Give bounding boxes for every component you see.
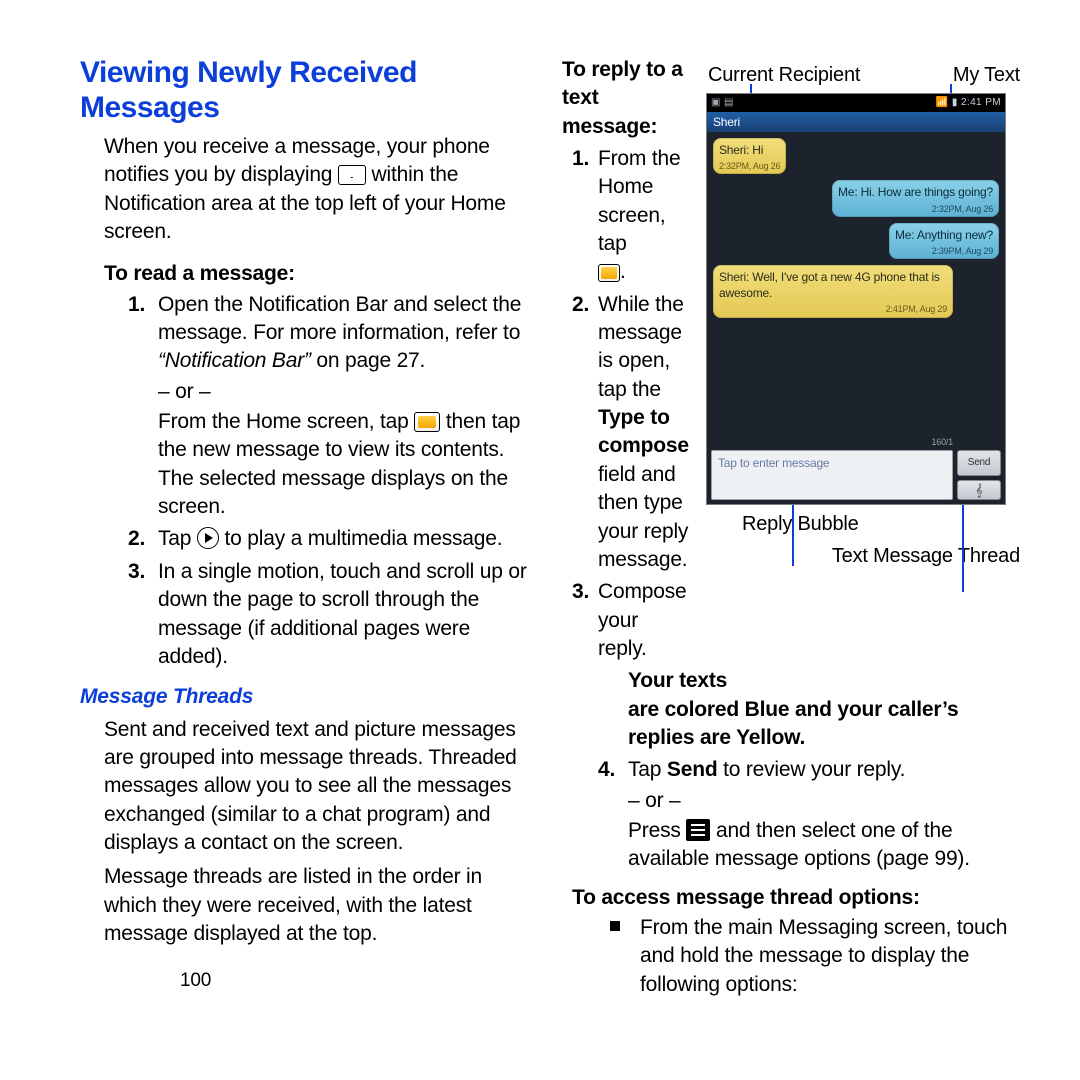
- reply-steps-top: 1. From the Home screen, tap . 2. While …: [572, 145, 692, 663]
- compose-input[interactable]: Tap to enter message: [711, 450, 953, 500]
- step-number: 2.: [128, 525, 145, 553]
- or-divider: – or –: [628, 787, 1020, 815]
- message-list: Sheri: Hi 2:32PM, Aug 26 Me: Hi. How are…: [707, 132, 1005, 324]
- step-number: 1.: [128, 291, 145, 319]
- bubble-timestamp: 2:32PM, Aug 26: [838, 203, 993, 215]
- or-divider: – or –: [158, 378, 538, 406]
- bubble-timestamp: 2:32PM, Aug 26: [719, 160, 780, 172]
- threads-p1: Sent and received text and picture messa…: [104, 716, 538, 858]
- r3: Compose your reply.: [598, 580, 686, 660]
- status-time: 2:41 PM: [961, 97, 1001, 108]
- reply-label: To reply to a text message:: [562, 56, 692, 141]
- reply-steps-bottom: 4. Tap Send to review your reply. – or –…: [598, 756, 1020, 873]
- r4a: Tap: [628, 758, 667, 781]
- r2b: field and then type your reply message.: [598, 463, 688, 571]
- status-bar: ▣ ▤ 📶 ▮ 2:41 PM: [707, 94, 1005, 112]
- step-number: 3.: [128, 558, 145, 586]
- bubble-recipient: Sheri: Well, I've got a new 4G phone tha…: [713, 265, 953, 318]
- bubble-timestamp: 2:39PM, Aug 29: [895, 245, 993, 257]
- play-icon: [197, 527, 219, 549]
- list-item: From the main Messaging screen, touch an…: [610, 914, 1020, 999]
- bubble-text: Me: Hi. How are things going?: [838, 184, 993, 200]
- bubble-me: Me: Anything new? 2:39PM, Aug 29: [889, 223, 999, 259]
- read-step2a: Tap: [158, 527, 197, 550]
- compose-area: Tap to enter message Send 𝄞: [711, 450, 1001, 500]
- send-button[interactable]: Send: [957, 450, 1001, 476]
- bubble-text: Me: Anything new?: [895, 227, 993, 243]
- r2-bold: Type to compose: [598, 406, 689, 457]
- read-step3: In a single motion, touch and scroll up …: [158, 560, 527, 668]
- step-number: 4.: [598, 756, 615, 784]
- attach-button[interactable]: 𝄞: [957, 480, 1001, 500]
- bubble-recipient: Sheri: Hi 2:32PM, Aug 26: [713, 138, 786, 174]
- label-reply-bubble: Reply Bubble: [742, 511, 859, 538]
- label-text-thread: Text Message Thread: [832, 545, 1020, 567]
- label-my-text: My Text: [953, 62, 1020, 89]
- status-left-icons: ▣ ▤: [711, 96, 734, 110]
- read-step1b: on page 27.: [316, 349, 425, 372]
- your-texts-label: Your texts: [628, 669, 727, 692]
- read-step1-ref: “Notification Bar”: [158, 349, 316, 372]
- phone-screenshot: ▣ ▤ 📶 ▮ 2:41 PM Sheri Sheri: Hi 2:32PM, …: [706, 93, 1006, 505]
- char-counter: 160/1: [931, 436, 953, 448]
- read-step2b: to play a multimedia message.: [225, 527, 503, 550]
- step-number: 1.: [572, 145, 589, 173]
- r4-bold: Send: [667, 758, 718, 781]
- r1b: .: [620, 260, 626, 283]
- page-number: 100: [180, 968, 538, 994]
- read-message-label: To read a message:: [104, 260, 538, 288]
- status-right: 📶 ▮ 2:41 PM: [936, 96, 1001, 110]
- read-steps: 1. Open the Notification Bar and select …: [128, 291, 538, 671]
- color-note: are colored Blue and your caller’s repli…: [628, 696, 1020, 753]
- r4b: to review your reply.: [717, 758, 905, 781]
- threads-p2: Message threads are listed in the order …: [104, 863, 538, 948]
- read-step1c-a: From the Home screen, tap: [158, 410, 414, 433]
- bubble-timestamp: 2:41PM, Aug 29: [719, 303, 947, 315]
- bubble-text: Sheri: Well, I've got a new 4G phone tha…: [719, 269, 947, 301]
- r2a: While the message is open, tap the: [598, 293, 684, 401]
- section-title: Viewing Newly Received Messages: [80, 56, 538, 125]
- bubble-text: Sheri: Hi: [719, 142, 780, 158]
- envelope-icon: [338, 165, 366, 185]
- step-number: 3.: [572, 578, 589, 606]
- access-options-label: To access message thread options:: [572, 884, 1020, 912]
- step-number: 2.: [572, 291, 589, 319]
- read-step1a: Open the Notification Bar and select the…: [158, 293, 521, 344]
- r4c-a: Press: [628, 819, 686, 842]
- access-options-list: From the main Messaging screen, touch an…: [610, 914, 1020, 999]
- message-threads-title: Message Threads: [80, 683, 538, 711]
- intro-paragraph: When you receive a message, your phone n…: [104, 133, 538, 246]
- access-1: From the main Messaging screen, touch an…: [640, 916, 1007, 996]
- r1a: From the Home screen, tap: [598, 147, 680, 255]
- label-current-recipient: Current Recipient: [708, 62, 860, 89]
- messaging-app-icon: [598, 264, 620, 282]
- bubble-me: Me: Hi. How are things going? 2:32PM, Au…: [832, 180, 999, 216]
- conversation-header: Sheri: [707, 112, 1005, 132]
- menu-icon: [686, 819, 710, 841]
- messaging-app-icon: [414, 412, 440, 432]
